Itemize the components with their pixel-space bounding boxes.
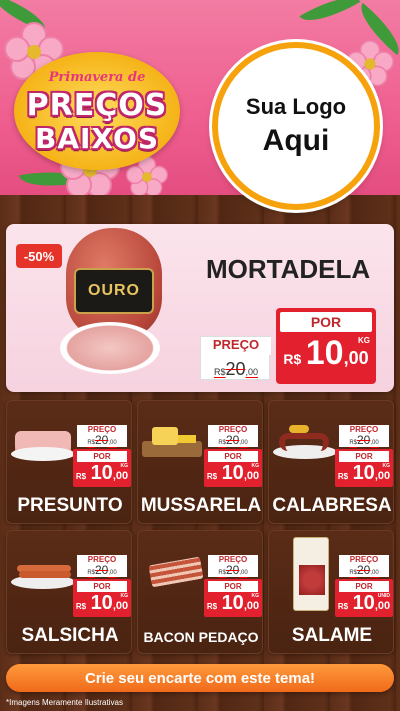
logo-text-line1: Sua Logo	[245, 94, 347, 119]
promo-badge: Primavera de PREÇOS BAIXOS	[14, 52, 180, 170]
new-price-label: POR	[77, 581, 127, 592]
new-price-label: POR	[339, 581, 389, 592]
product-image	[273, 421, 337, 461]
new-price-box: POR KG R$ 10,00	[276, 308, 376, 384]
new-price: R$ 10,00	[75, 462, 129, 484]
new-price-label: POR	[339, 451, 389, 462]
product-card[interactable]: PREÇO R$20,00 POR KG R$ 10,00 BACON PEDAÇO	[137, 530, 263, 654]
product-name: MORTADELA	[206, 254, 371, 284]
old-price-box: PREÇO R$20,00	[339, 425, 389, 447]
badge-title-line1: PREÇOS	[26, 88, 168, 123]
product-name: BACON PEDAÇO	[143, 629, 259, 645]
new-price-box: POR KG R$ 10,00	[204, 449, 262, 487]
old-price-box: PREÇO R$20,00	[208, 425, 258, 447]
badge-title-line2: BAIXOS	[35, 122, 159, 155]
product-card[interactable]: PREÇO R$20,00 POR KG R$ 10,00 CALABRESA	[268, 400, 394, 524]
product-image	[11, 421, 75, 461]
new-price: R$ 10,00	[206, 592, 260, 614]
new-price-box: POR KG R$ 10,00	[335, 449, 393, 487]
disclaimer-text: *Imagens Meramente Ilustrativas	[6, 698, 123, 707]
product-name: CALABRESA	[272, 495, 392, 516]
product-image	[142, 421, 206, 461]
product-card[interactable]: PREÇO R$20,00 POR KG R$ 10,00 MUSSARELA	[137, 400, 263, 524]
old-price: R$20,00	[218, 563, 248, 577]
product-card[interactable]: PREÇO R$20,00 POR UNID R$ 10,00 SALAME	[268, 530, 394, 654]
leaf-decoration	[299, 0, 361, 32]
new-price: R$ 10,00	[337, 592, 391, 614]
old-price: R$20,00	[87, 563, 117, 577]
old-price-label: PREÇO	[201, 337, 271, 355]
featured-product-card[interactable]: -50% OURO MORTADELA PREÇO R$20,00 POR KG…	[6, 224, 394, 392]
brand-name: OURO	[88, 282, 140, 299]
product-name: PRESUNTO	[17, 495, 123, 516]
discount-badge: -50%	[16, 244, 62, 268]
product-card[interactable]: PREÇO R$20,00 POR KG R$ 10,00 PRESUNTO	[6, 400, 132, 524]
product-card[interactable]: PREÇO R$20,00 POR KG R$ 10,00 SALSICHA	[6, 530, 132, 654]
product-name: SALAME	[291, 625, 373, 646]
new-price-label: POR	[77, 451, 127, 462]
new-price: R$ 10,00	[283, 334, 369, 372]
logo-placeholder[interactable]: Sua Logo Aqui	[212, 42, 380, 210]
badge-subtitle: Primavera de	[48, 70, 146, 85]
old-price: R$20,00	[87, 433, 117, 447]
old-price: R$20,00	[349, 433, 379, 447]
new-price-box: POR KG R$ 10,00	[73, 579, 131, 617]
new-price-box: POR KG R$ 10,00	[204, 579, 262, 617]
sliced-mortadela-image	[60, 322, 160, 374]
new-price-box: POR KG R$ 10,00	[73, 449, 131, 487]
old-price-box: PREÇO R$20,00	[200, 336, 271, 380]
product-image	[11, 551, 75, 591]
old-price-box: PREÇO R$20,00	[208, 555, 258, 577]
product-name: SALSICHA	[21, 625, 119, 646]
old-price: R$20,00	[213, 359, 259, 379]
new-price-box: POR UNID R$ 10,00	[335, 579, 393, 617]
new-price: R$ 10,00	[206, 462, 260, 484]
create-flyer-button[interactable]: Crie seu encarte com este tema!	[6, 664, 394, 692]
new-price: R$ 10,00	[337, 462, 391, 484]
old-price-box: PREÇO R$20,00	[77, 555, 127, 577]
product-image	[273, 537, 337, 611]
old-price: R$20,00	[349, 563, 379, 577]
new-price: R$ 10,00	[75, 592, 129, 614]
new-price-label: POR	[208, 581, 258, 592]
old-price: R$20,00	[218, 433, 248, 447]
old-price-box: PREÇO R$20,00	[339, 555, 389, 577]
new-price-label: POR	[208, 451, 258, 462]
product-image	[142, 551, 206, 591]
product-name: MUSSARELA	[140, 495, 262, 516]
new-price-label: POR	[280, 312, 372, 332]
product-brand-label: OURO	[74, 268, 154, 314]
old-price-box: PREÇO R$20,00	[77, 425, 127, 447]
logo-text-line2: Aqui	[262, 124, 330, 157]
